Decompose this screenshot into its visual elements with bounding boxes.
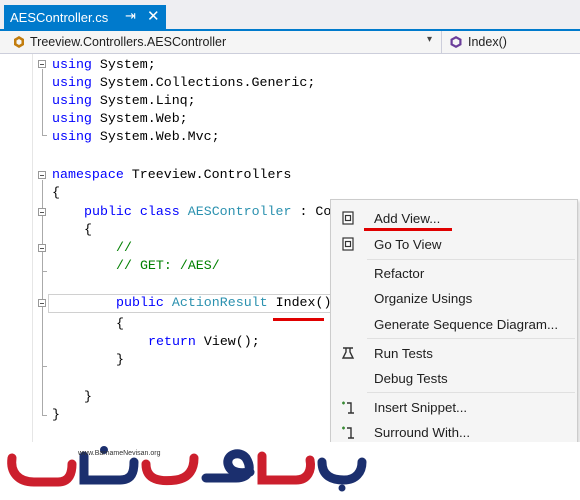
menu-item-organize-usings[interactable]: Organize Usings (331, 286, 577, 310)
code-line: using System.Linq; (52, 93, 196, 108)
menu-separator (367, 259, 575, 260)
index-underline-annotation (273, 318, 324, 321)
add-view-icon (342, 211, 354, 225)
close-icon[interactable]: ✕ (147, 7, 160, 25)
code-line: using System.Web; (52, 111, 188, 126)
code-line: { (52, 185, 60, 200)
menu-item-label: Refactor (374, 265, 425, 281)
code-line: // GET: /AES/ (116, 258, 220, 273)
code-line: using System; (52, 57, 156, 72)
menu-separator (367, 338, 575, 339)
menu-item-label: Go To View (374, 236, 442, 252)
collapse-namespace-icon[interactable] (38, 171, 46, 179)
document-tab-strip: AESController.cs ⇥ ✕ (0, 0, 580, 31)
tab-aescontroller[interactable]: AESController.cs ⇥ ✕ (4, 5, 166, 29)
editor-gutter (32, 54, 33, 442)
outline-end (42, 271, 47, 272)
collapse-usings-icon[interactable] (38, 60, 46, 68)
code-line: public class AESController : Co (84, 204, 332, 219)
code-line: } (84, 389, 92, 404)
class-dropdown-value: Treeview.Controllers.AESController (30, 35, 227, 49)
code-line: } (116, 352, 124, 367)
collapse-class-icon[interactable] (38, 208, 46, 216)
menu-item-debug-tests[interactable]: Debug Tests (331, 366, 577, 390)
menu-item-label: Generate Sequence Diagram... (374, 316, 559, 332)
logo-wordmark (7, 446, 367, 492)
tab-title: AESController.cs (10, 9, 109, 25)
code-line: // (116, 240, 132, 255)
method-icon (449, 35, 463, 49)
context-menu: Add View... Go To View Refactor Organize… (330, 199, 578, 444)
menu-item-label: Surround With... (374, 424, 471, 440)
menu-item-label: Debug Tests (374, 370, 448, 386)
pin-icon[interactable]: ⇥ (125, 8, 136, 24)
outline-end (42, 366, 47, 367)
menu-item-label: Add View... (374, 210, 441, 226)
run-tests-icon (341, 347, 355, 359)
member-dropdown[interactable]: Index() (441, 31, 580, 53)
code-line: } (52, 407, 60, 422)
menu-item-add-view[interactable]: Add View... (331, 206, 577, 230)
menu-separator (367, 392, 575, 393)
outline-line (42, 308, 43, 366)
menu-item-generate-sequence-diagram[interactable]: Generate Sequence Diagram... (331, 312, 577, 336)
member-dropdown-value: Index() (468, 35, 507, 49)
code-line: using System.Collections.Generic; (52, 75, 316, 90)
insert-snippet-icon (342, 401, 354, 414)
code-line: { (84, 222, 92, 237)
outline-line (42, 253, 43, 271)
surround-with-icon (342, 426, 354, 439)
menu-item-refactor[interactable]: Refactor (331, 261, 577, 285)
barnamenevisan-logo: www.BarnameNevisan.org (0, 442, 580, 495)
menu-item-label: Organize Usings (374, 290, 473, 306)
menu-item-insert-snippet[interactable]: Insert Snippet... (331, 395, 577, 419)
go-to-view-icon (342, 237, 354, 251)
current-line-highlight (48, 294, 332, 313)
collapse-comment-icon[interactable] (38, 244, 46, 252)
code-line: return View(); (148, 334, 260, 349)
collapse-method-icon[interactable] (38, 299, 46, 307)
code-line: using System.Web.Mvc; (52, 129, 220, 144)
menu-item-run-tests[interactable]: Run Tests (331, 341, 577, 365)
outline-end (42, 135, 47, 136)
menu-item-surround-with[interactable]: Surround With... (331, 420, 577, 444)
outline-end (42, 415, 47, 416)
outline-line (42, 69, 43, 135)
chevron-down-icon[interactable]: ▾ (427, 34, 432, 45)
menu-item-go-to-view[interactable]: Go To View (331, 232, 577, 256)
class-dropdown[interactable]: Treeview.Controllers.AESController (0, 31, 440, 53)
menu-item-label: Insert Snippet... (374, 399, 468, 415)
menu-item-label: Run Tests (374, 345, 433, 361)
code-line: namespace Treeview.Controllers (52, 167, 292, 182)
logo-url: www.BarnameNevisan.org (78, 450, 161, 457)
code-line: { (116, 316, 124, 331)
add-view-underline-annotation (364, 228, 452, 231)
class-icon (12, 35, 26, 49)
navigation-bar: Treeview.Controllers.AESController ▾ Ind… (0, 31, 580, 54)
